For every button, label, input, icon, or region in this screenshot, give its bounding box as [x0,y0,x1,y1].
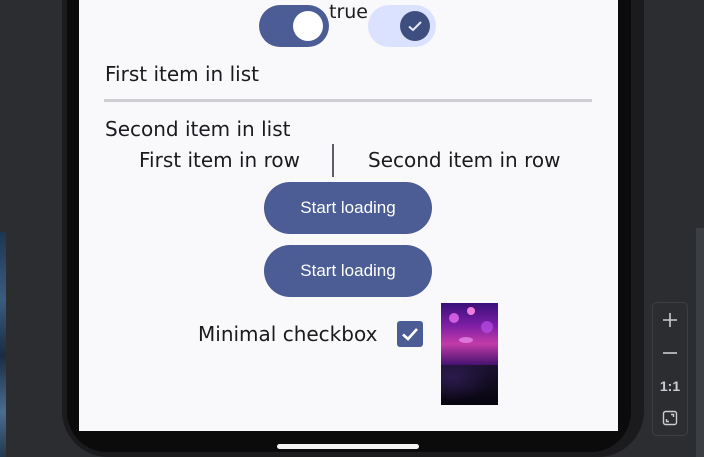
switch-thumb-checked [400,11,430,41]
row-item-second: Second item in row [368,148,561,172]
checkmark-icon [402,328,418,341]
switch-on[interactable] [259,5,329,47]
zoom-controls: 1:1 [652,302,688,436]
crowd-silhouette [441,365,498,405]
vertical-divider [332,144,334,177]
fit-screen-icon[interactable] [653,402,687,434]
emulator-side-strip [0,0,6,457]
switch-state-label: true [329,1,368,23]
concert-image [441,303,498,405]
checkbox-label: Minimal checkbox [198,322,378,346]
switch-with-check[interactable] [368,5,436,47]
switch-thumb [293,11,323,41]
horizontal-divider [104,99,592,102]
row-item-first: First item in row [139,148,300,172]
plus-icon[interactable] [653,304,687,336]
actual-size-button[interactable]: 1:1 [653,370,687,402]
start-loading-button[interactable]: Start loading [264,182,432,234]
minimal-checkbox[interactable] [397,321,423,347]
list-item-second: Second item in list [105,117,291,141]
scrollbar-track[interactable] [696,228,704,457]
start-loading-button-secondary[interactable]: Start loading [264,245,432,297]
background-image-strip [0,232,6,457]
check-icon [408,21,422,32]
list-item-first: First item in list [105,62,259,86]
minus-icon[interactable] [653,337,687,369]
gesture-navigation-bar[interactable] [277,444,419,449]
